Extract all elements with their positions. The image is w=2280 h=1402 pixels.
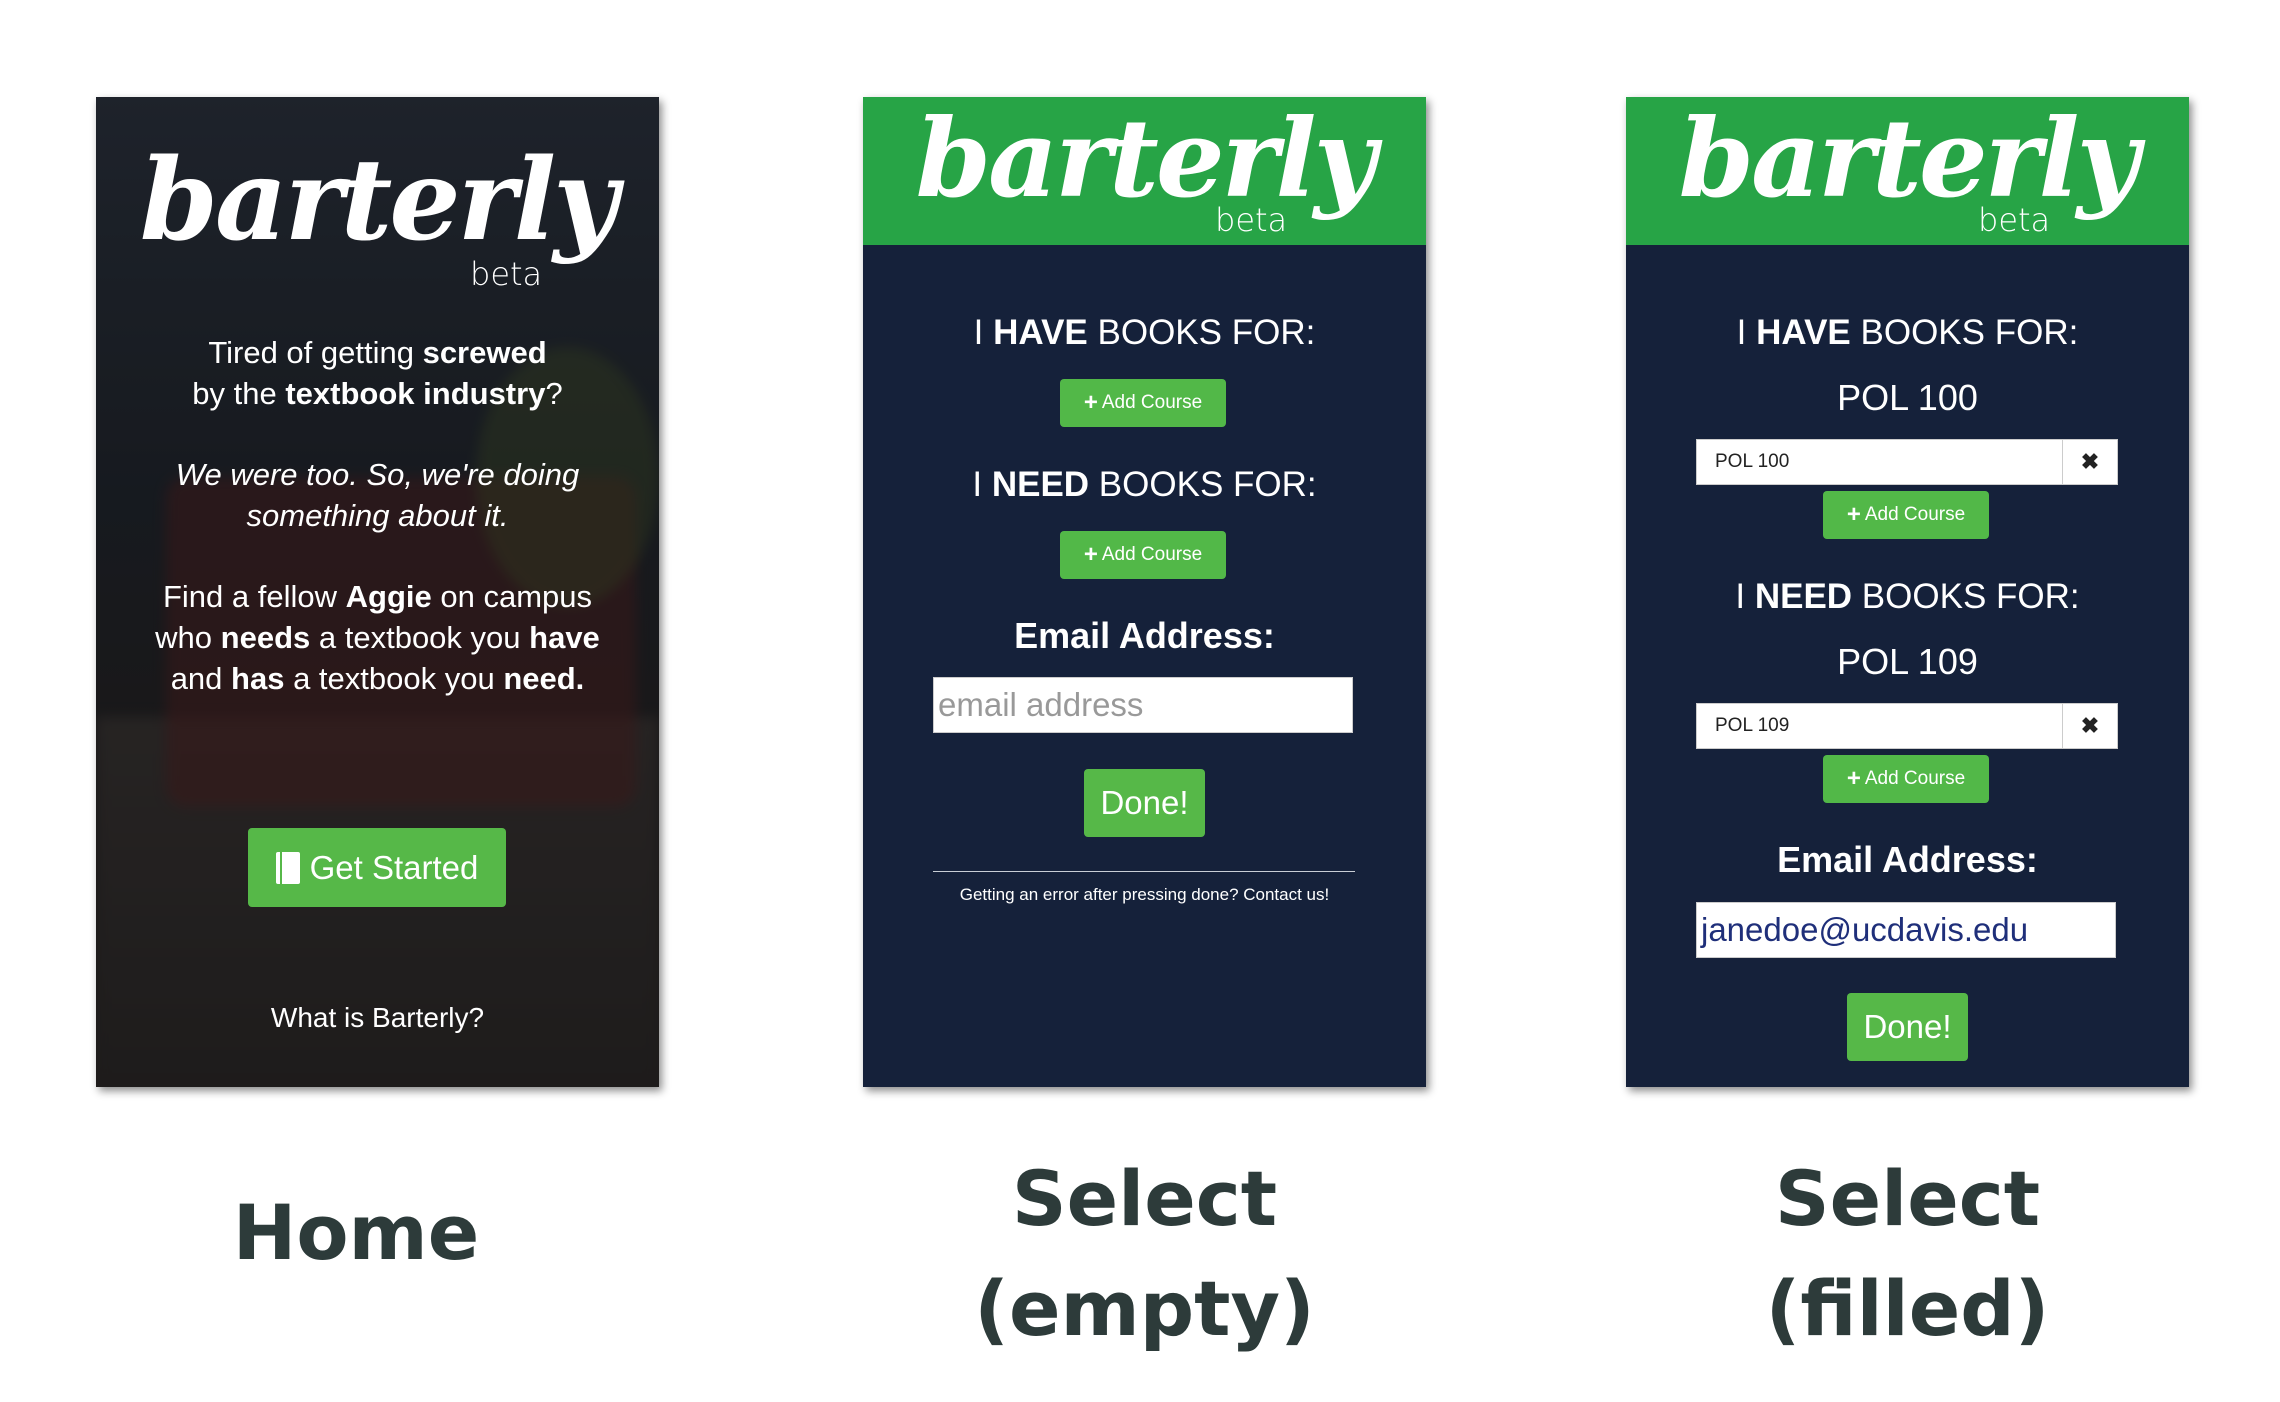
book-icon bbox=[275, 851, 300, 884]
header-bar: barterly beta bbox=[863, 97, 1426, 245]
remove-icon[interactable]: ✖ bbox=[2062, 704, 2117, 748]
header-bar: barterly beta bbox=[1626, 97, 2189, 245]
need-books-heading: I NEED BOOKS FOR: bbox=[972, 465, 1317, 504]
add-course-button[interactable]: + Add Course bbox=[1823, 491, 1989, 539]
select-filled-screen: barterly beta I HAVE BOOKS FOR: POL 100 … bbox=[1626, 97, 2189, 1087]
divider bbox=[933, 871, 1355, 872]
remove-icon[interactable]: ✖ bbox=[2062, 440, 2117, 484]
barterly-logo: barterly beta bbox=[139, 135, 619, 294]
have-books-heading: I HAVE BOOKS FOR: bbox=[1736, 313, 2079, 352]
plus-icon: + bbox=[1083, 389, 1098, 416]
done-button[interactable]: Done! bbox=[1084, 769, 1205, 837]
email-label: Email Address: bbox=[1014, 615, 1275, 656]
what-is-barterly-link[interactable]: What is Barterly? bbox=[96, 1002, 659, 1034]
caption-select-filled: Select (filled) bbox=[1765, 1154, 2050, 1353]
plus-icon: + bbox=[1846, 501, 1861, 528]
get-started-button[interactable]: Get Started bbox=[248, 828, 506, 907]
email-label: Email Address: bbox=[1777, 839, 2038, 880]
subtagline: We were too. So, we're doing something a… bbox=[175, 457, 580, 533]
contact-link[interactable]: Getting an error after pressing done? Co… bbox=[863, 885, 1426, 905]
plus-icon: + bbox=[1083, 541, 1098, 568]
barterly-logo: barterly beta bbox=[915, 97, 1377, 239]
have-course-name: POL 100 bbox=[1837, 377, 1978, 418]
have-course-tag[interactable]: POL 100 ✖ bbox=[1696, 439, 2118, 485]
tagline: Tired of getting screwed by the textbook… bbox=[192, 335, 563, 411]
caption-home: Home bbox=[232, 1188, 480, 1277]
select-empty-screen: barterly beta I HAVE BOOKS FOR: + Add Cou… bbox=[863, 97, 1426, 1087]
add-course-button[interactable]: + Add Course bbox=[1060, 531, 1226, 579]
need-books-heading: I NEED BOOKS FOR: bbox=[1735, 577, 2080, 616]
email-input[interactable]: janedoe@ucdavis.edu bbox=[1696, 902, 2116, 958]
need-course-tag[interactable]: POL 109 ✖ bbox=[1696, 703, 2118, 749]
have-books-heading: I HAVE BOOKS FOR: bbox=[973, 313, 1316, 352]
barterly-logo: barterly beta bbox=[1678, 97, 2140, 239]
description: Find a fellow Aggie on campus who needs … bbox=[155, 579, 600, 696]
home-screen: barterly beta Tired of getting screwed b… bbox=[96, 97, 659, 1087]
email-input[interactable]: email address bbox=[933, 677, 1353, 733]
add-course-button[interactable]: + Add Course bbox=[1823, 755, 1989, 803]
caption-select-empty: Select (empty) bbox=[974, 1154, 1315, 1353]
need-course-name: POL 109 bbox=[1837, 641, 1978, 682]
plus-icon: + bbox=[1846, 765, 1861, 792]
done-button[interactable]: Done! bbox=[1847, 993, 1968, 1061]
add-course-button[interactable]: + Add Course bbox=[1060, 379, 1226, 427]
